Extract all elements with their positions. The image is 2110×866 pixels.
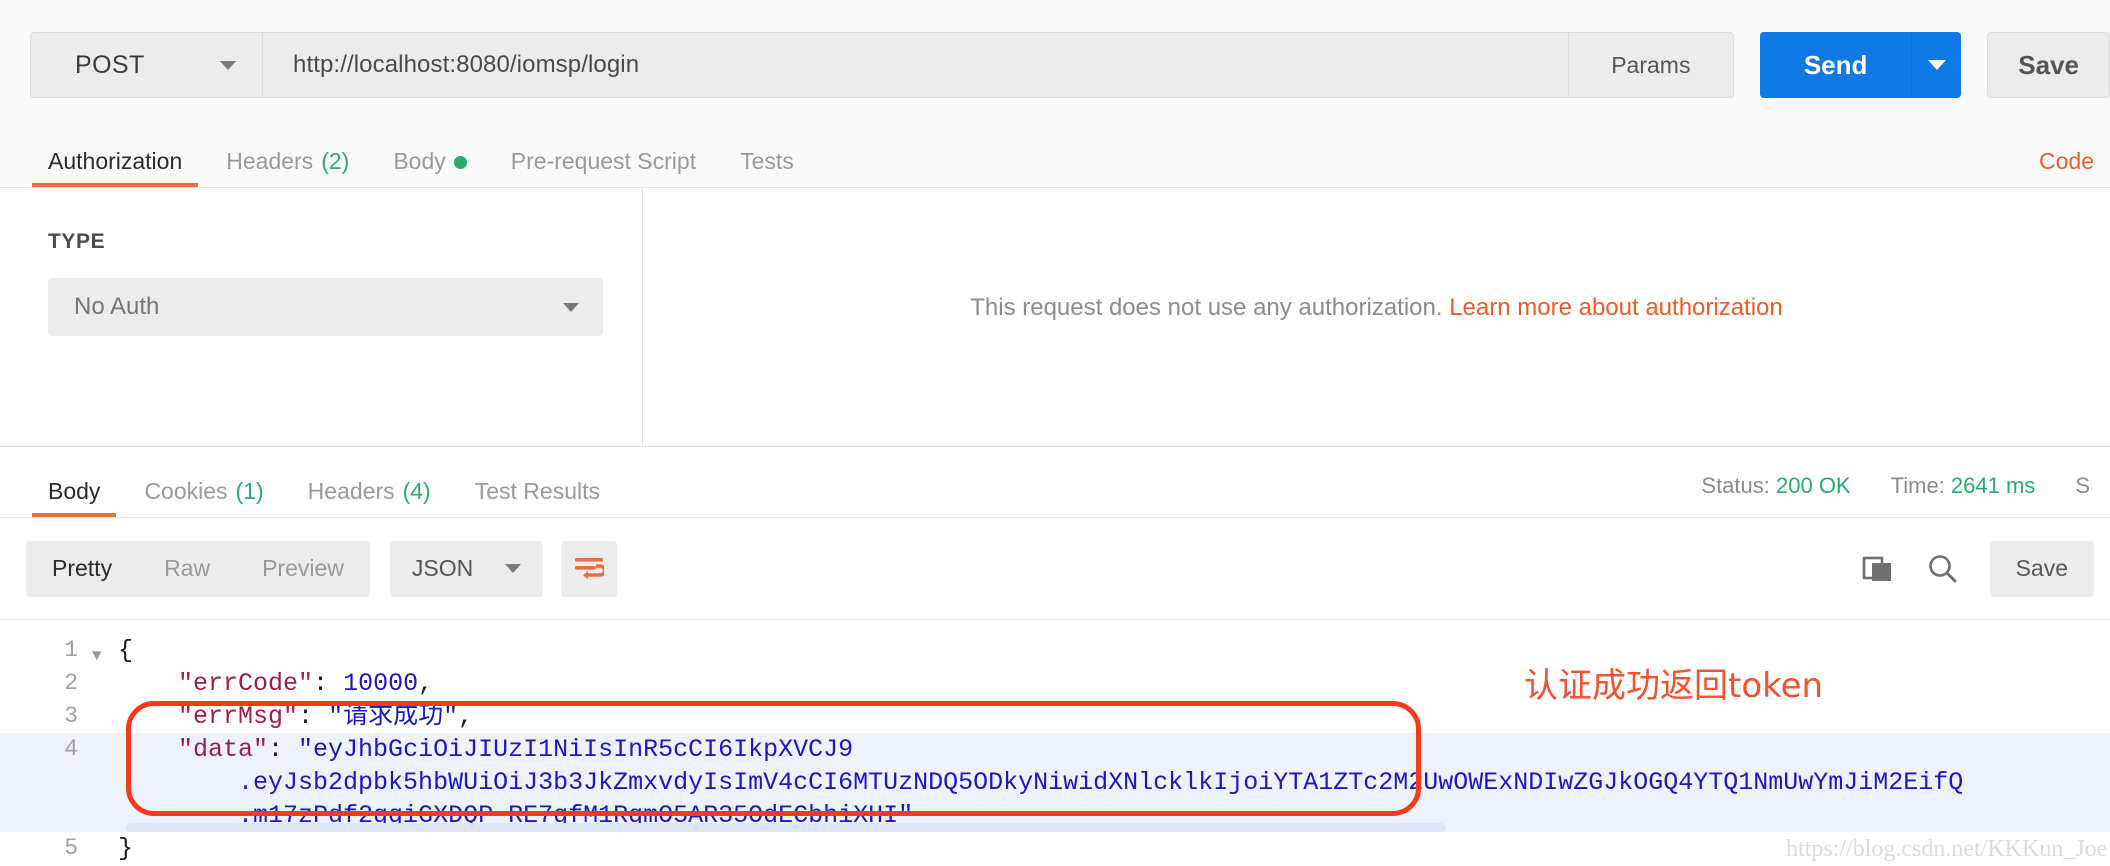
- view-mode-preview[interactable]: Preview: [236, 541, 370, 597]
- tab-authorization[interactable]: Authorization: [26, 148, 204, 187]
- time-badge: Time: 2641 ms: [1891, 473, 2036, 499]
- params-label: Params: [1611, 52, 1690, 79]
- response-toolbar-actions: Save: [1862, 541, 2094, 597]
- status-label: Status:: [1701, 473, 1769, 498]
- line-number: 4: [0, 733, 92, 766]
- auth-message-text: This request does not use any authorizat…: [970, 294, 1442, 321]
- tab-tests-label: Tests: [740, 148, 794, 175]
- request-url-value: http://localhost:8080/iomsp/login: [293, 51, 639, 79]
- response-tab-cookies-label: Cookies: [144, 478, 227, 505]
- tab-pre-request-script-label: Pre-request Script: [511, 148, 696, 175]
- line-number: 5: [0, 832, 92, 865]
- response-tab-headers-count: (4): [403, 478, 431, 505]
- line-number: 2: [0, 667, 92, 700]
- params-button[interactable]: Params: [1568, 33, 1733, 97]
- watermark: https://blog.csdn.net/KKKun_Joe: [1786, 836, 2107, 863]
- response-tab-body-label: Body: [48, 478, 100, 505]
- code-text: .eyJsb2dpbk5hbWUiOiJ3b3JkZmxvdyIsImV4cCI…: [118, 766, 1963, 799]
- search-icon: [1926, 553, 1958, 585]
- response-format-label: JSON: [412, 555, 473, 582]
- response-tab-headers[interactable]: Headers (4): [286, 478, 453, 517]
- fold-spacer: [92, 799, 118, 805]
- fold-spacer: [92, 700, 118, 706]
- code-line: 4 "data": "eyJhbGciOiJIUzI1NiIsInR5cCI6I…: [0, 733, 2110, 766]
- request-url-bar: POST http://localhost:8080/iomsp/login P…: [0, 0, 2110, 130]
- response-meta: Status: 200 OK Time: 2641 ms S: [1701, 473, 2090, 499]
- copy-button[interactable]: [1862, 553, 1894, 585]
- send-button-group: Send: [1760, 32, 1961, 98]
- tab-headers-label: Headers: [226, 148, 313, 175]
- view-mode-pretty[interactable]: Pretty: [26, 541, 138, 597]
- word-wrap-icon: [574, 556, 604, 582]
- send-options-button[interactable]: [1912, 32, 1961, 98]
- code-text: }: [118, 832, 133, 865]
- code-link[interactable]: Code: [2039, 148, 2094, 175]
- response-tab-cookies-count: (1): [236, 478, 264, 505]
- request-url-input[interactable]: http://localhost:8080/iomsp/login: [263, 33, 1568, 97]
- response-tab-headers-label: Headers: [308, 478, 395, 505]
- status-value: 200 OK: [1776, 473, 1851, 498]
- http-method-label: POST: [75, 51, 145, 80]
- view-mode-raw[interactable]: Raw: [138, 541, 236, 597]
- authorization-panel: TYPE No Auth This request does not use a…: [0, 188, 2110, 446]
- status-badge: Status: 200 OK: [1701, 473, 1850, 499]
- response-tab-test-results-label: Test Results: [475, 478, 600, 505]
- response-tab-body[interactable]: Body: [26, 478, 122, 517]
- response-tab-cookies[interactable]: Cookies (1): [122, 478, 285, 517]
- request-tab-bar: Authorization Headers (2) Body Pre-reque…: [0, 130, 2110, 188]
- send-button[interactable]: Send: [1760, 32, 1913, 98]
- tab-authorization-label: Authorization: [48, 148, 182, 175]
- copy-icon: [1862, 553, 1894, 585]
- chevron-down-icon: [220, 61, 236, 70]
- auth-type-section: TYPE No Auth: [0, 188, 643, 446]
- url-input-group: POST http://localhost:8080/iomsp/login P…: [30, 32, 1734, 98]
- annotation-label: 认证成功返回token: [1524, 658, 1823, 707]
- auth-type-value: No Auth: [74, 293, 159, 321]
- word-wrap-button[interactable]: [561, 541, 617, 597]
- line-number: 3: [0, 700, 92, 733]
- time-label: Time:: [1891, 473, 1945, 498]
- code-text: "data": "eyJhbGciOiJIUzI1NiIsInR5cCI6Ikp…: [118, 733, 853, 766]
- fold-spacer: [92, 733, 118, 739]
- code-text: "errMsg": "请求成功",: [118, 700, 473, 733]
- save-response-button[interactable]: Save: [1990, 541, 2094, 597]
- http-method-selector[interactable]: POST: [31, 33, 263, 97]
- search-button[interactable]: [1926, 553, 1958, 585]
- chevron-down-icon: [563, 303, 579, 312]
- size-badge: S: [2075, 473, 2090, 499]
- code-text: {: [118, 634, 133, 667]
- auth-learn-more-link[interactable]: Learn more about authorization: [1449, 294, 1783, 321]
- tab-headers[interactable]: Headers (2): [204, 148, 371, 187]
- tab-body[interactable]: Body: [371, 148, 488, 187]
- response-tab-test-results[interactable]: Test Results: [453, 478, 622, 517]
- response-format-selector[interactable]: JSON: [390, 541, 543, 597]
- tab-pre-request-script[interactable]: Pre-request Script: [489, 148, 718, 187]
- fold-spacer: [92, 766, 118, 772]
- time-value: 2641 ms: [1951, 473, 2035, 498]
- response-view-mode-group: Pretty Raw Preview: [26, 541, 370, 597]
- auth-type-label: TYPE: [48, 230, 594, 254]
- tab-headers-count: (2): [321, 148, 349, 175]
- postman-window: POST http://localhost:8080/iomsp/login P…: [0, 0, 2110, 866]
- fold-spacer: [92, 667, 118, 673]
- code-text: "errCode": 10000,: [118, 667, 433, 700]
- tab-body-label: Body: [393, 148, 445, 175]
- line-number: 1: [0, 634, 92, 667]
- horizontal-scrollbar[interactable]: [126, 823, 1446, 832]
- save-request-button[interactable]: Save: [1987, 32, 2110, 98]
- chevron-down-icon: [505, 564, 521, 573]
- code-line: .eyJsb2dpbk5hbWUiOiJ3b3JkZmxvdyIsImV4cCI…: [0, 766, 2110, 799]
- response-body-toolbar: Pretty Raw Preview JSON: [0, 518, 2110, 620]
- auth-type-select[interactable]: No Auth: [48, 278, 603, 336]
- chevron-down-icon: [1928, 60, 1946, 70]
- auth-info-section: This request does not use any authorizat…: [643, 188, 2110, 446]
- fold-spacer: [92, 832, 118, 838]
- tab-tests[interactable]: Tests: [718, 148, 816, 187]
- auth-message: This request does not use any authorizat…: [970, 294, 1783, 322]
- response-tab-bar: Body Cookies (1) Headers (4) Test Result…: [0, 446, 2110, 518]
- body-modified-dot-icon: [454, 156, 467, 169]
